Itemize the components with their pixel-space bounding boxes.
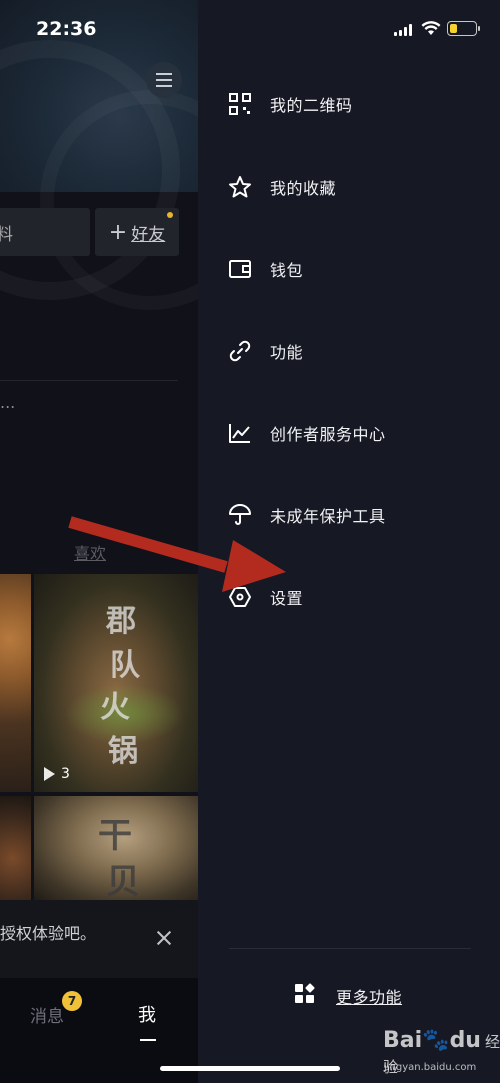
thumbnail-text: 郡 (106, 604, 136, 639)
video-thumbnail[interactable] (0, 574, 31, 792)
link-icon (228, 339, 252, 363)
grid-icon (294, 983, 316, 1009)
bio-ellipsis: ... (0, 393, 16, 412)
hamburger-menu-icon[interactable] (146, 62, 182, 98)
battery-icon (447, 21, 480, 36)
watermark-brand-suffix: du (449, 1028, 481, 1053)
wifi-icon (421, 20, 441, 36)
tab-active-indicator (140, 1039, 156, 1041)
notice-text: 授权体验吧。 (0, 924, 97, 943)
menu-item-minor-protection[interactable]: 未成年保护工具 (228, 500, 386, 530)
home-indicator[interactable] (160, 1066, 340, 1071)
thumbnail-text: 队 (110, 648, 140, 683)
menu-item-wallet[interactable]: 钱包 (228, 254, 303, 284)
menu-item-qr-code[interactable]: 我的二维码 (228, 89, 353, 119)
menu-item-label: 钱包 (270, 261, 304, 280)
play-count-value: 3 (61, 766, 70, 782)
menu-item-favorites[interactable]: 我的收藏 (228, 172, 336, 202)
play-count: 3 (44, 766, 70, 782)
thumbnail-text: 火 (100, 690, 130, 725)
menu-item-label: 我的二维码 (270, 96, 353, 115)
notification-dot (167, 212, 173, 218)
video-thumbnail[interactable] (0, 796, 31, 900)
close-icon[interactable] (156, 930, 172, 946)
watermark-brand: Bai (383, 1028, 423, 1053)
play-icon (44, 767, 55, 781)
edit-profile-button[interactable]: 料 (0, 208, 90, 256)
menu-item-creator-center[interactable]: 创作者服务中心 (228, 418, 386, 448)
plus-icon: + (108, 219, 128, 245)
edit-profile-label: 料 (0, 224, 13, 245)
more-features-button[interactable]: 更多功能 (294, 983, 402, 1009)
divider (0, 380, 178, 381)
tab-me[interactable]: 我 (138, 1001, 156, 1027)
more-features-label: 更多功能 (336, 988, 403, 1007)
thumbnail-text: 锅 (108, 734, 138, 769)
settings-hexagon-icon (228, 585, 252, 609)
add-friend-label: 好友 (131, 224, 166, 245)
video-thumbnail[interactable]: 郡 队 火 锅 (34, 574, 198, 792)
messages-badge: 7 (62, 991, 82, 1011)
video-thumbnail[interactable]: 干 贝 (34, 796, 198, 900)
thumbnail-text: 贝 (106, 862, 140, 900)
menu-item-label: 功能 (270, 343, 304, 362)
status-time: 22:36 (36, 18, 97, 40)
menu-item-label: 设置 (270, 589, 304, 608)
liked-tab-link[interactable]: 喜欢 (74, 540, 106, 564)
star-icon (228, 175, 252, 199)
watermark-url: jingyan.baidu.com (384, 1062, 477, 1073)
thumbnail-text: 干 (98, 816, 132, 856)
qr-code-icon (228, 92, 252, 116)
profile-page-background: 料 + 好友 ... 喜欢 郡 队 火 锅 干 贝 授权体验吧。 消息 7 我 (0, 0, 198, 1083)
paw-icon: 🐾 (422, 1028, 450, 1053)
menu-item-settings[interactable]: 设置 (228, 582, 303, 612)
side-drawer (198, 0, 500, 1083)
umbrella-icon (228, 503, 252, 527)
tab-messages[interactable]: 消息 (30, 1002, 64, 1027)
drawer-divider (229, 948, 471, 949)
menu-item-label: 我的收藏 (270, 179, 337, 198)
wallet-icon (228, 257, 252, 281)
menu-item-features[interactable]: 功能 (228, 336, 303, 366)
chart-line-icon (228, 421, 252, 445)
menu-item-label: 未成年保护工具 (270, 507, 386, 526)
menu-item-label: 创作者服务中心 (270, 425, 386, 444)
cellular-signal-icon (394, 24, 412, 36)
